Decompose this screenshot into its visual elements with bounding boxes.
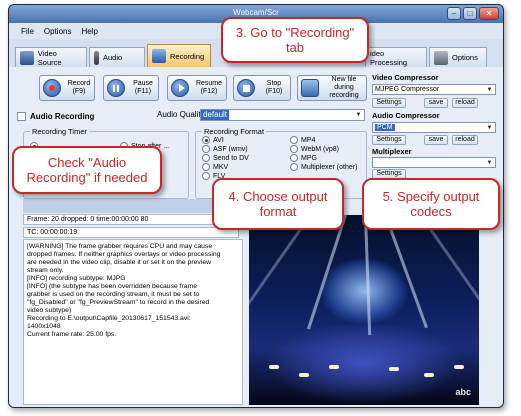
tab-options[interactable]: Options — [429, 47, 487, 67]
log-line: stream only. — [27, 267, 64, 274]
codec-panel: Video Compressor MJPEG Compressor ▼ Sett… — [370, 69, 500, 181]
multiplexer-select[interactable]: ▼ — [372, 157, 496, 168]
log-line: grabber is used on the recording stream,… — [27, 291, 200, 298]
audio-recording-label: Audio Recording — [30, 111, 95, 121]
format-avi-radio[interactable]: AVI — [202, 136, 224, 144]
record-icon — [152, 49, 166, 63]
record-icon — [43, 79, 61, 97]
audio-recording-checkbox[interactable] — [17, 111, 26, 121]
stop-button[interactable]: Stop (F10) — [233, 75, 291, 101]
log-line: [INFO] recording subtype: MJPG — [27, 275, 126, 282]
tools-icon — [434, 50, 448, 65]
minimize-button[interactable]: – — [447, 7, 461, 20]
timecode-status: TC: 00:00:00:19 — [23, 227, 239, 238]
recording-tab-content: Record (F9) Pause (F11) Resume (F12) Stop (F… — [9, 67, 503, 407]
chevron-down-icon: ▼ — [486, 160, 493, 166]
pause-button[interactable]: Pause (F11) — [103, 75, 159, 101]
frame-status: Frame: 20 dropped: 0 time:00:00:00 80 — [23, 214, 239, 225]
format-mkv-radio[interactable]: MKV — [202, 163, 228, 171]
format-mp4-radio[interactable]: MP4 — [290, 136, 315, 144]
resume-button[interactable]: Resume (F12) — [167, 75, 227, 101]
tab-audio[interactable]: Audio — [89, 47, 145, 67]
log-line: Recording to E:\output\Capfile_20130617_… — [27, 315, 191, 322]
new-file-icon — [301, 79, 319, 97]
video-compressor-select[interactable]: MJPEG Compressor ▼ — [372, 84, 496, 95]
audio-reload-button[interactable]: reload — [452, 135, 478, 145]
callout-recording-tab: 3. Go to "Recording" tab — [221, 17, 369, 63]
stop-icon — [237, 79, 255, 97]
log-line: [INFO] (the subtype has been overridden … — [27, 283, 198, 290]
audio-quality-select[interactable]: default ▼ — [200, 109, 365, 121]
tab-video-source[interactable]: Video Source — [15, 47, 87, 67]
menu-options[interactable]: Options — [44, 27, 72, 36]
menu-file[interactable]: File — [21, 27, 34, 36]
record-button[interactable]: Record (F9) — [39, 75, 95, 101]
log-line: 1400x1048 — [27, 323, 61, 330]
video-preview: abc — [249, 215, 479, 405]
abc-watermark: abc — [455, 387, 471, 397]
tab-video-processing[interactable]: ideo Processing — [365, 47, 427, 67]
log-panel[interactable]: [WARNING] The frame grabber requires CPU… — [23, 239, 243, 405]
tab-recording[interactable]: Recording — [147, 44, 211, 67]
close-button[interactable]: ✕ — [479, 7, 499, 20]
log-line: dropped frames. If neither graphics over… — [27, 251, 221, 258]
film-icon — [20, 50, 34, 65]
callout-output-codecs: 5. Specify output codecs — [362, 178, 500, 230]
audio-settings-button[interactable]: Settings — [372, 135, 406, 145]
new-file-button[interactable]: New file during recording — [297, 75, 367, 101]
window-title: Webcam/Scr — [233, 8, 279, 17]
preview-toolbar — [23, 199, 239, 213]
video-reload-button[interactable]: reload — [452, 98, 478, 108]
chevron-down-icon: ▼ — [486, 87, 493, 93]
audio-recording-row: Audio Recording Audio Quality: default ▼ — [17, 109, 367, 123]
format-multiplexer-radio[interactable]: Multiplexer (other) — [290, 163, 357, 171]
format-webm-radio[interactable]: WebM (vp8) — [290, 145, 339, 153]
chevron-down-icon: ▼ — [486, 125, 493, 131]
video-compressor-label: Video Compressor — [372, 73, 439, 82]
callout-audio-recording: Check "Audio Recording" if needed — [12, 146, 162, 194]
format-mpg-radio[interactable]: MPG — [290, 154, 317, 162]
callout-output-format: 4. Choose output format — [212, 178, 344, 230]
log-line: are needed in the video clip, disable it… — [27, 259, 212, 266]
log-line: Current frame rate: 25.00 fps. — [27, 331, 117, 338]
audio-compressor-select[interactable]: PCM ▼ — [372, 122, 496, 133]
video-save-button[interactable]: save — [424, 98, 448, 108]
log-line: video subtype) — [27, 307, 72, 314]
audio-save-button[interactable]: save — [424, 135, 448, 145]
play-icon — [171, 79, 189, 97]
microphone-icon — [94, 50, 99, 65]
format-asf-radio[interactable]: ASF (wmv) — [202, 145, 248, 153]
audio-compressor-label: Audio Compressor — [372, 111, 440, 120]
chevron-down-icon: ▼ — [355, 112, 362, 118]
maximize-button[interactable]: □ — [463, 7, 477, 20]
format-dv-radio[interactable]: Send to DV — [202, 154, 249, 162]
log-line: "fg_Disabled" or "fg_PreviewStream" to r… — [27, 299, 210, 306]
video-settings-button[interactable]: Settings — [372, 98, 406, 108]
multiplexer-label: Multiplexer — [372, 147, 412, 156]
menu-help[interactable]: Help — [81, 27, 97, 36]
pause-icon — [107, 79, 125, 97]
log-line: [WARNING] The frame grabber requires CPU… — [27, 243, 213, 250]
